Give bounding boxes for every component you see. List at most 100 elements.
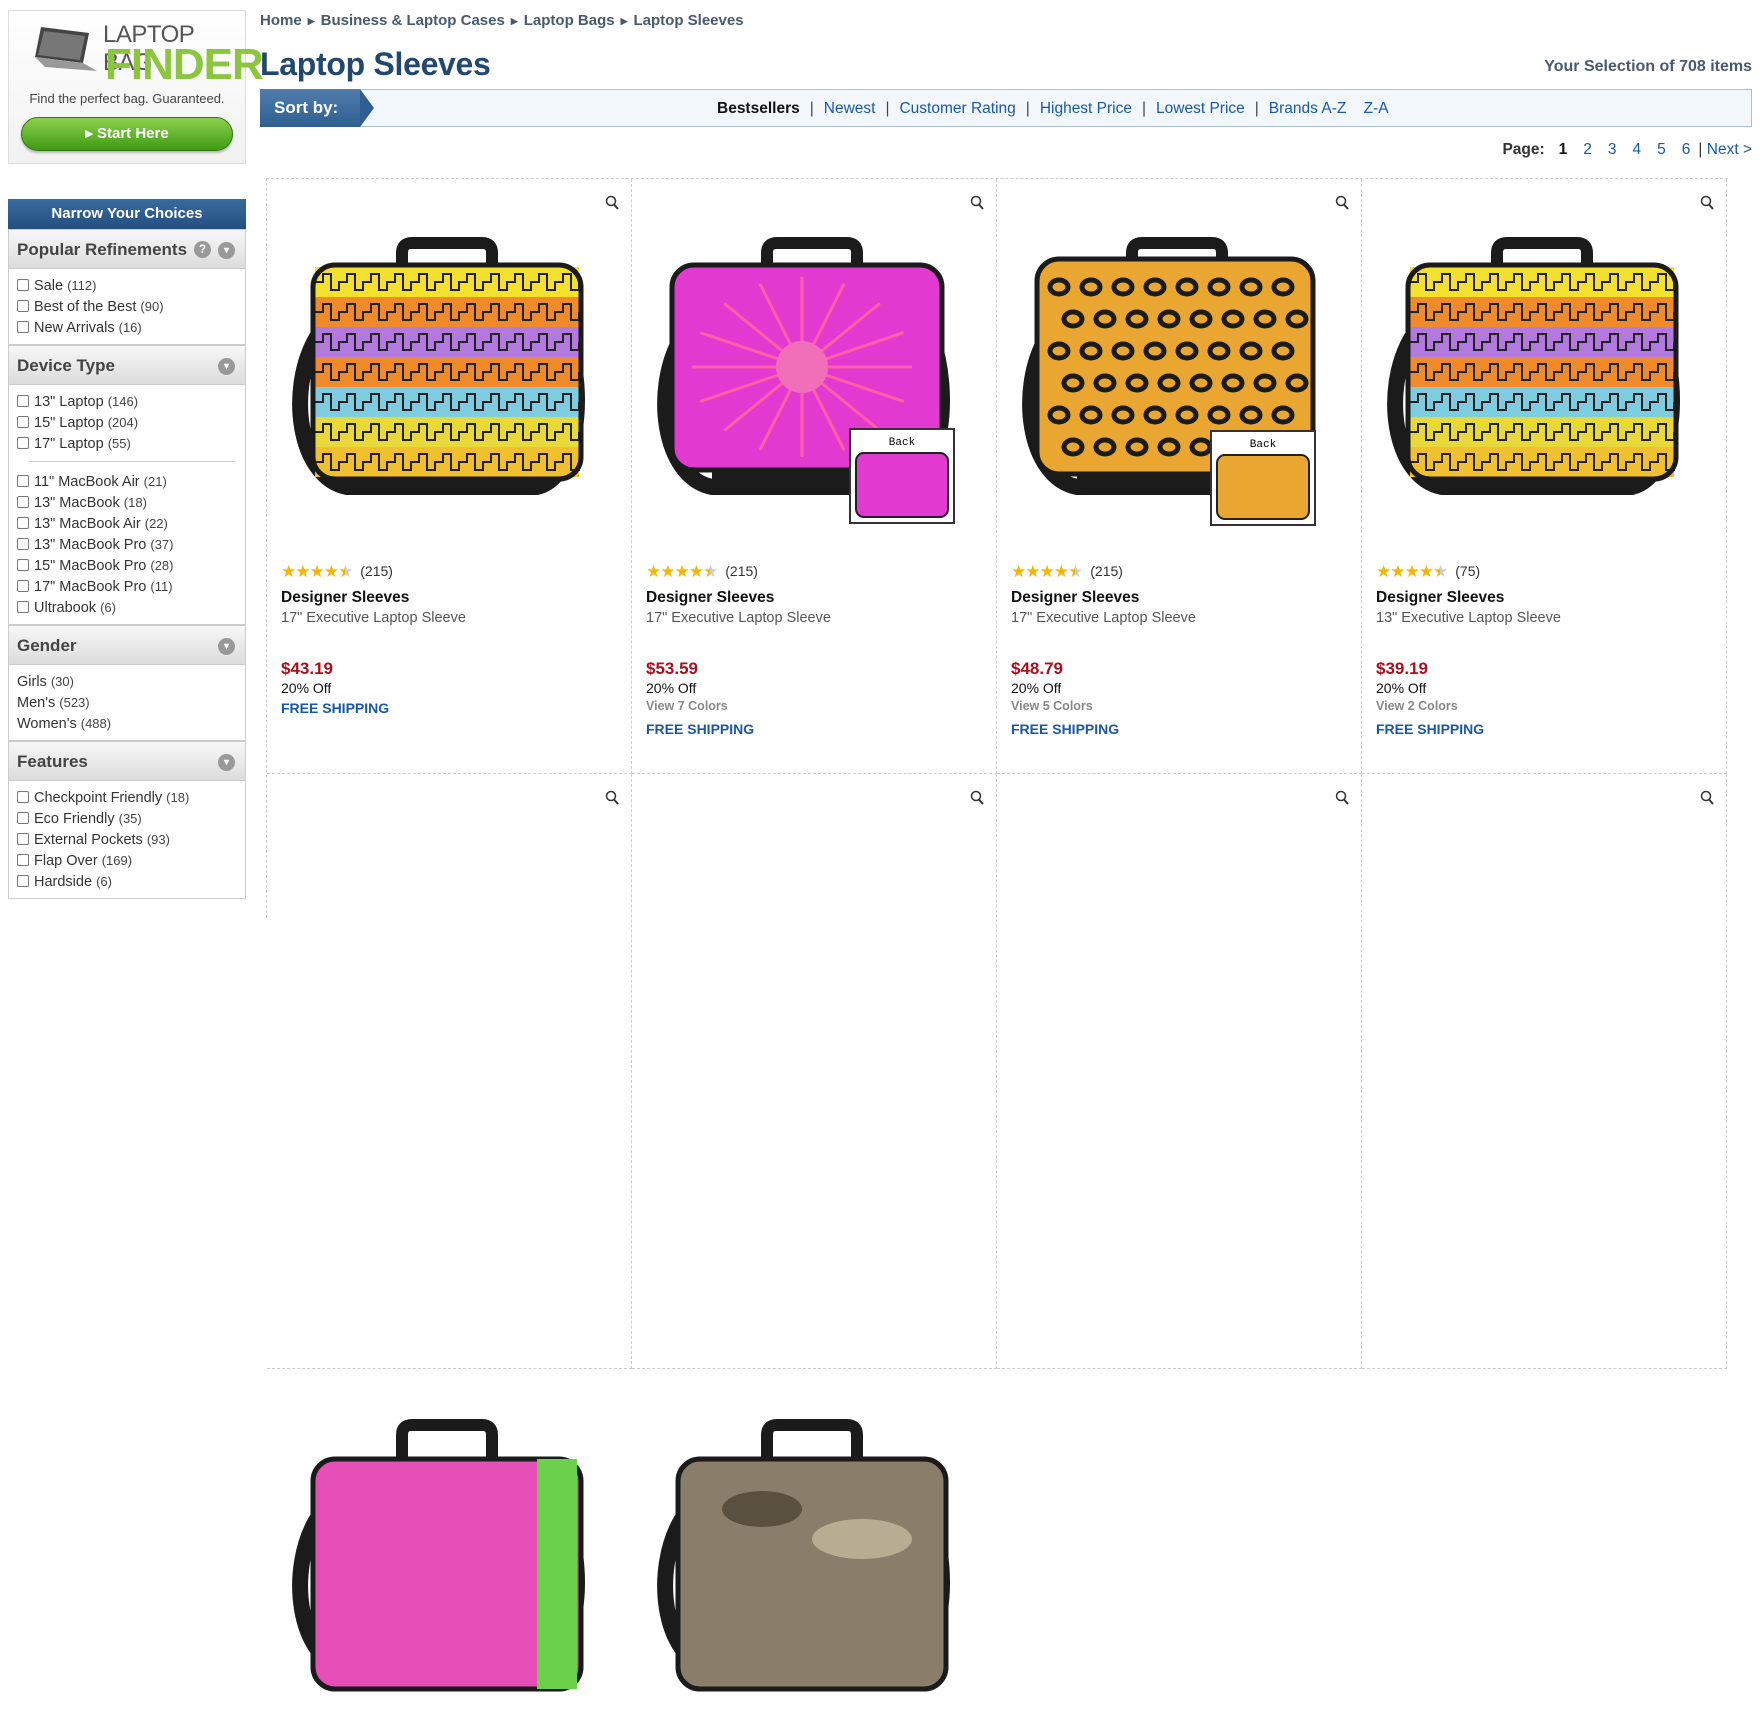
collapse-toggle-icon[interactable]: ▾ bbox=[218, 754, 235, 771]
option-checkbox[interactable] bbox=[17, 833, 29, 845]
zoom-icon[interactable] bbox=[1335, 195, 1349, 211]
option-checkbox[interactable] bbox=[17, 812, 29, 824]
product-image[interactable]: Back bbox=[642, 217, 982, 547]
review-count[interactable]: (215) bbox=[725, 563, 758, 579]
collapse-toggle-icon[interactable]: ▾ bbox=[218, 242, 235, 259]
option-checkbox[interactable] bbox=[17, 875, 29, 887]
panel-header[interactable]: Device Type ▾ bbox=[9, 345, 245, 385]
refinement-option[interactable]: 13" MacBook Pro (37) bbox=[17, 534, 237, 555]
product-card[interactable] bbox=[632, 774, 997, 1692]
product-image[interactable] bbox=[642, 1399, 982, 1729]
review-count[interactable]: (75) bbox=[1455, 563, 1480, 579]
help-icon[interactable]: ? bbox=[194, 241, 211, 258]
breadcrumb-link[interactable]: Laptop Sleeves bbox=[634, 12, 744, 29]
view-colors-link[interactable]: View 2 Colors bbox=[1376, 699, 1458, 713]
product-card[interactable]: ★★★★★ (75) Designer Sleeves 13" Executive L… bbox=[1362, 179, 1727, 774]
zoom-icon[interactable] bbox=[1335, 790, 1349, 806]
option-checkbox[interactable] bbox=[17, 321, 29, 333]
product-image[interactable] bbox=[1007, 1399, 1347, 1729]
option-checkbox[interactable] bbox=[17, 437, 29, 449]
refinement-option[interactable]: Flap Over (169) bbox=[17, 850, 237, 871]
sort-option[interactable]: Lowest Price bbox=[1156, 100, 1245, 117]
product-card[interactable] bbox=[1362, 774, 1727, 1369]
refinement-option[interactable]: Girls (30) bbox=[17, 671, 237, 692]
breadcrumb-link[interactable]: Laptop Bags bbox=[524, 12, 615, 29]
breadcrumb-link[interactable]: Home bbox=[260, 12, 302, 29]
refinement-option[interactable]: External Pockets (93) bbox=[17, 829, 237, 850]
option-checkbox[interactable] bbox=[17, 416, 29, 428]
refinement-option[interactable]: 13" MacBook Air (22) bbox=[17, 513, 237, 534]
option-checkbox[interactable] bbox=[17, 300, 29, 312]
product-brand[interactable]: Designer Sleeves bbox=[281, 589, 409, 607]
refinement-option[interactable]: Eco Friendly (35) bbox=[17, 808, 237, 829]
option-checkbox[interactable] bbox=[17, 279, 29, 291]
product-brand[interactable]: Designer Sleeves bbox=[1011, 589, 1139, 607]
product-description[interactable]: 17" Executive Laptop Sleeve bbox=[1011, 610, 1196, 626]
option-checkbox[interactable] bbox=[17, 538, 29, 550]
option-checkbox[interactable] bbox=[17, 517, 29, 529]
review-count[interactable]: (215) bbox=[360, 563, 393, 579]
refinement-option[interactable]: Hardside (6) bbox=[17, 871, 237, 892]
page-number[interactable]: 1 bbox=[1559, 141, 1568, 158]
page-number[interactable]: 5 bbox=[1657, 141, 1666, 158]
refinement-option[interactable]: 11" MacBook Air (21) bbox=[17, 471, 237, 492]
zoom-icon[interactable] bbox=[970, 195, 984, 211]
option-checkbox[interactable] bbox=[17, 580, 29, 592]
refinement-option[interactable]: 15" MacBook Pro (28) bbox=[17, 555, 237, 576]
product-brand[interactable]: Designer Sleeves bbox=[1376, 589, 1504, 607]
product-card[interactable]: ★★★★★ (215) Designer Sleeves 17" Executive … bbox=[267, 179, 632, 774]
review-count[interactable]: (215) bbox=[1090, 563, 1123, 579]
page-number[interactable]: 6 bbox=[1682, 141, 1691, 158]
product-card[interactable] bbox=[997, 774, 1362, 1369]
page-number[interactable]: 4 bbox=[1633, 141, 1642, 158]
sort-option[interactable]: Brands A-Z bbox=[1269, 100, 1347, 117]
view-colors-link[interactable]: View 5 Colors bbox=[1011, 699, 1093, 713]
refinement-option[interactable]: Best of the Best (90) bbox=[17, 296, 237, 317]
collapse-toggle-icon[interactable]: ▾ bbox=[218, 358, 235, 375]
refinement-option[interactable]: 13" Laptop (146) bbox=[17, 391, 237, 412]
sort-option[interactable]: Newest bbox=[824, 100, 876, 117]
zoom-icon[interactable] bbox=[1700, 790, 1714, 806]
refinement-option[interactable]: Ultrabook (6) bbox=[17, 597, 237, 618]
product-image[interactable] bbox=[1372, 1399, 1712, 1729]
panel-header[interactable]: Popular Refinements? ▾ bbox=[9, 229, 245, 269]
zoom-icon[interactable] bbox=[605, 195, 619, 211]
option-checkbox[interactable] bbox=[17, 559, 29, 571]
option-checkbox[interactable] bbox=[17, 496, 29, 508]
refinement-option[interactable]: New Arrivals (16) bbox=[17, 317, 237, 338]
product-brand[interactable]: Designer Sleeves bbox=[646, 589, 774, 607]
sort-option[interactable]: Bestsellers bbox=[717, 100, 800, 117]
refinement-option[interactable]: 13" MacBook (18) bbox=[17, 492, 237, 513]
page-number[interactable]: 2 bbox=[1583, 141, 1592, 158]
sort-option[interactable]: Z-A bbox=[1364, 100, 1389, 117]
option-checkbox[interactable] bbox=[17, 601, 29, 613]
product-image[interactable] bbox=[277, 217, 617, 547]
product-description[interactable]: 13" Executive Laptop Sleeve bbox=[1376, 610, 1561, 626]
product-description[interactable]: 17" Executive Laptop Sleeve bbox=[646, 610, 831, 626]
refinement-option[interactable]: Sale (112) bbox=[17, 275, 237, 296]
view-colors-link[interactable]: View 7 Colors bbox=[646, 699, 728, 713]
breadcrumb-link[interactable]: Business & Laptop Cases bbox=[321, 12, 505, 29]
option-checkbox[interactable] bbox=[17, 395, 29, 407]
product-card[interactable]: Back ★★★★★ (215) Designer Sleeves 17" Execut… bbox=[632, 179, 997, 774]
panel-header[interactable]: Gender ▾ bbox=[9, 625, 245, 665]
product-card[interactable] bbox=[267, 774, 632, 1692]
refinement-option[interactable]: 15" Laptop (204) bbox=[17, 412, 237, 433]
option-checkbox[interactable] bbox=[17, 791, 29, 803]
refinement-option[interactable]: Checkpoint Friendly (18) bbox=[17, 787, 237, 808]
sort-option[interactable]: Customer Rating bbox=[899, 100, 1015, 117]
start-here-button[interactable]: ▸ Start Here bbox=[21, 117, 233, 151]
zoom-icon[interactable] bbox=[970, 790, 984, 806]
refinement-option[interactable]: 17" MacBook Pro (11) bbox=[17, 576, 237, 597]
option-checkbox[interactable] bbox=[17, 475, 29, 487]
product-image[interactable]: Back bbox=[1007, 217, 1347, 547]
product-image[interactable] bbox=[1372, 217, 1712, 547]
product-description[interactable]: 17" Executive Laptop Sleeve bbox=[281, 610, 466, 626]
refinement-option[interactable]: Women's (488) bbox=[17, 713, 237, 734]
page-number[interactable]: 3 bbox=[1608, 141, 1617, 158]
panel-header[interactable]: Features ▾ bbox=[9, 741, 245, 781]
zoom-icon[interactable] bbox=[605, 790, 619, 806]
product-image[interactable] bbox=[277, 1399, 617, 1729]
sort-option[interactable]: Highest Price bbox=[1040, 100, 1132, 117]
option-checkbox[interactable] bbox=[17, 854, 29, 866]
